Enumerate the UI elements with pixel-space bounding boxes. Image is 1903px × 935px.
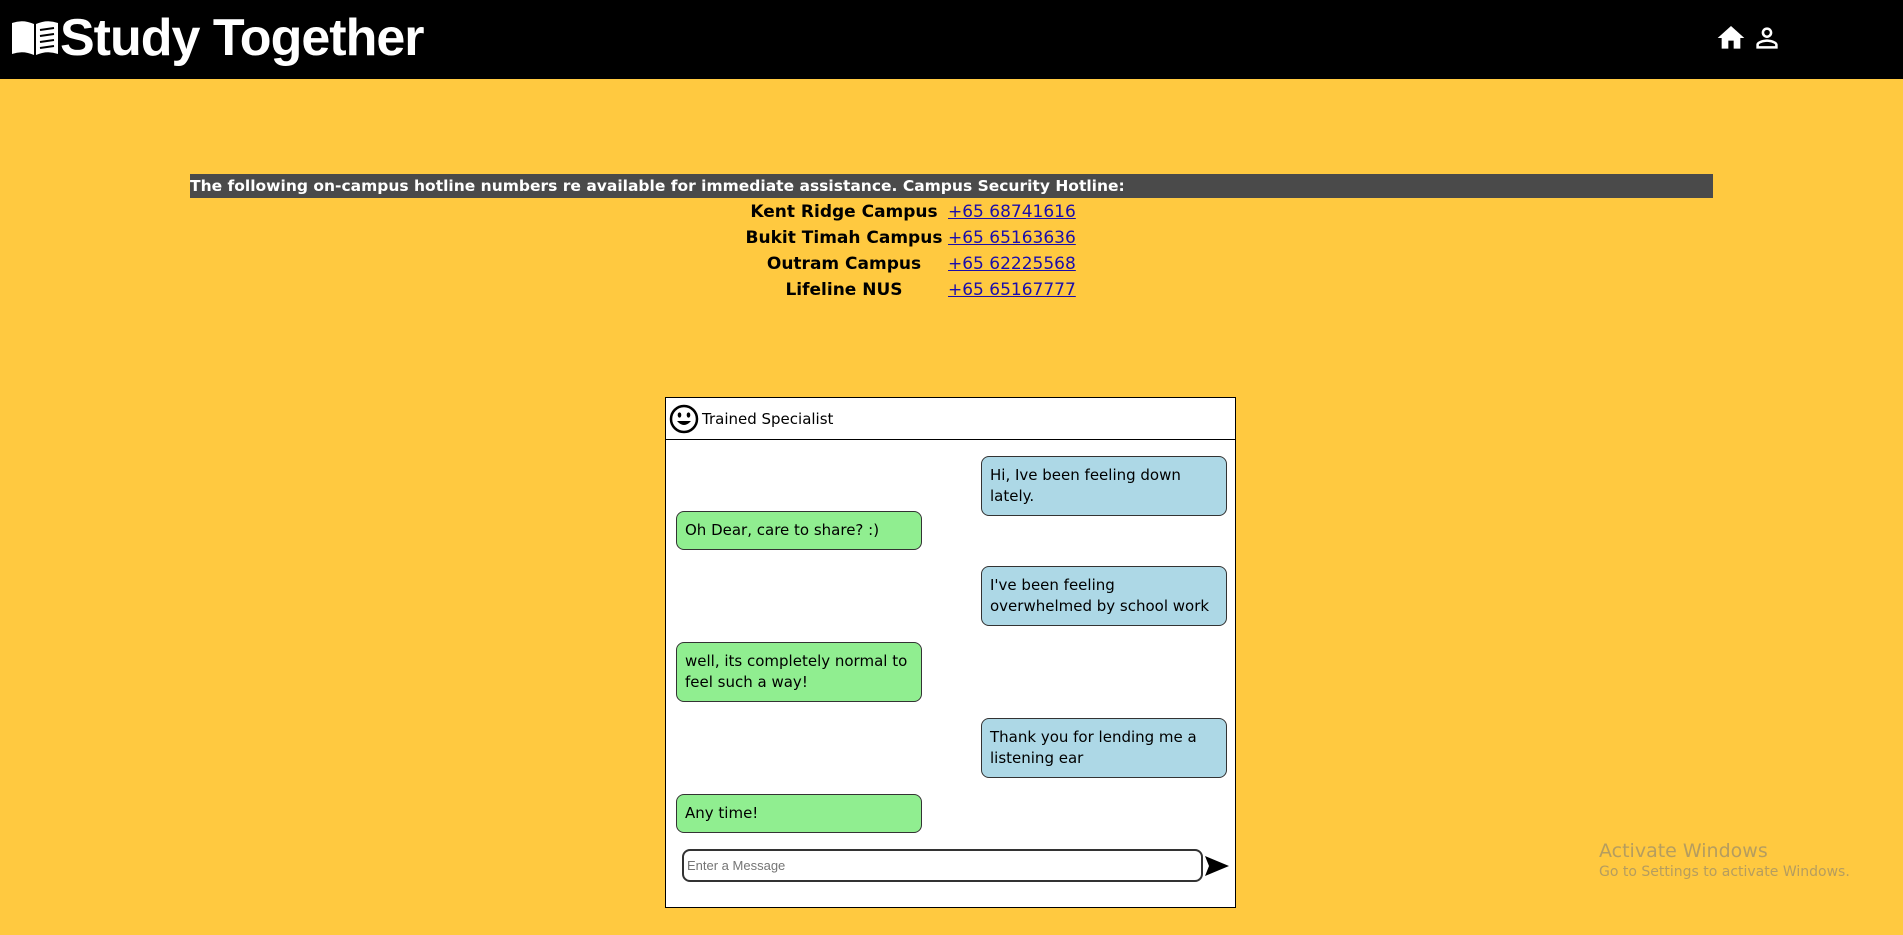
hotline-phone-link[interactable]: +65 65167777 [948, 280, 1076, 300]
hotline-row: Kent Ridge Campus +65 68741616 [740, 199, 1100, 225]
chat-title: Trained Specialist [702, 409, 834, 428]
home-icon[interactable] [1715, 22, 1747, 54]
hotline-name: Bukit Timah Campus [745, 228, 943, 248]
hotline-list: Kent Ridge Campus +65 68741616 Bukit Tim… [740, 199, 1100, 303]
message-input[interactable] [682, 849, 1203, 882]
book-icon [12, 21, 58, 55]
hotline-notice: The following on-campus hotline numbers … [190, 174, 1713, 198]
chat-header: Trained Specialist [666, 398, 1235, 440]
user-icon[interactable] [1751, 22, 1783, 54]
chat-window: Trained Specialist Hi, Ive been feeling … [665, 397, 1236, 908]
smiley-icon [669, 404, 699, 433]
user-message: Hi, Ive been feeling down lately. [981, 456, 1227, 516]
watermark-title: Activate Windows [1599, 840, 1768, 862]
user-message: I've been feeling overwhelmed by school … [981, 566, 1227, 626]
activate-windows-watermark: Activate Windows Go to Settings to activ… [1599, 840, 1850, 880]
hotline-row: Bukit Timah Campus +65 65163636 [740, 225, 1100, 251]
hotline-row: Lifeline NUS +65 65167777 [740, 277, 1100, 303]
hotline-phone-link[interactable]: +65 65163636 [948, 228, 1076, 248]
brand[interactable]: Study Together [10, 9, 424, 67]
send-icon[interactable] [1203, 854, 1231, 878]
hotline-name: Kent Ridge Campus [750, 202, 938, 222]
hotline-name: Outram Campus [766, 254, 922, 274]
hotline-phone-link[interactable]: +65 68741616 [948, 202, 1076, 222]
hotline-row: Outram Campus +65 62225568 [740, 251, 1100, 277]
specialist-message: Oh Dear, care to share? :) [676, 511, 922, 550]
user-message: Thank you for lending me a listening ear [981, 718, 1227, 778]
hotline-phone-link[interactable]: +65 62225568 [948, 254, 1076, 274]
hotline-name: Lifeline NUS [785, 280, 903, 300]
top-navbar: Study Together [0, 0, 1903, 79]
specialist-message: Any time! [676, 794, 922, 833]
brand-title: Study Together [60, 9, 424, 67]
watermark-subtitle: Go to Settings to activate Windows. [1599, 864, 1850, 880]
specialist-message: well, its completely normal to feel such… [676, 642, 922, 702]
